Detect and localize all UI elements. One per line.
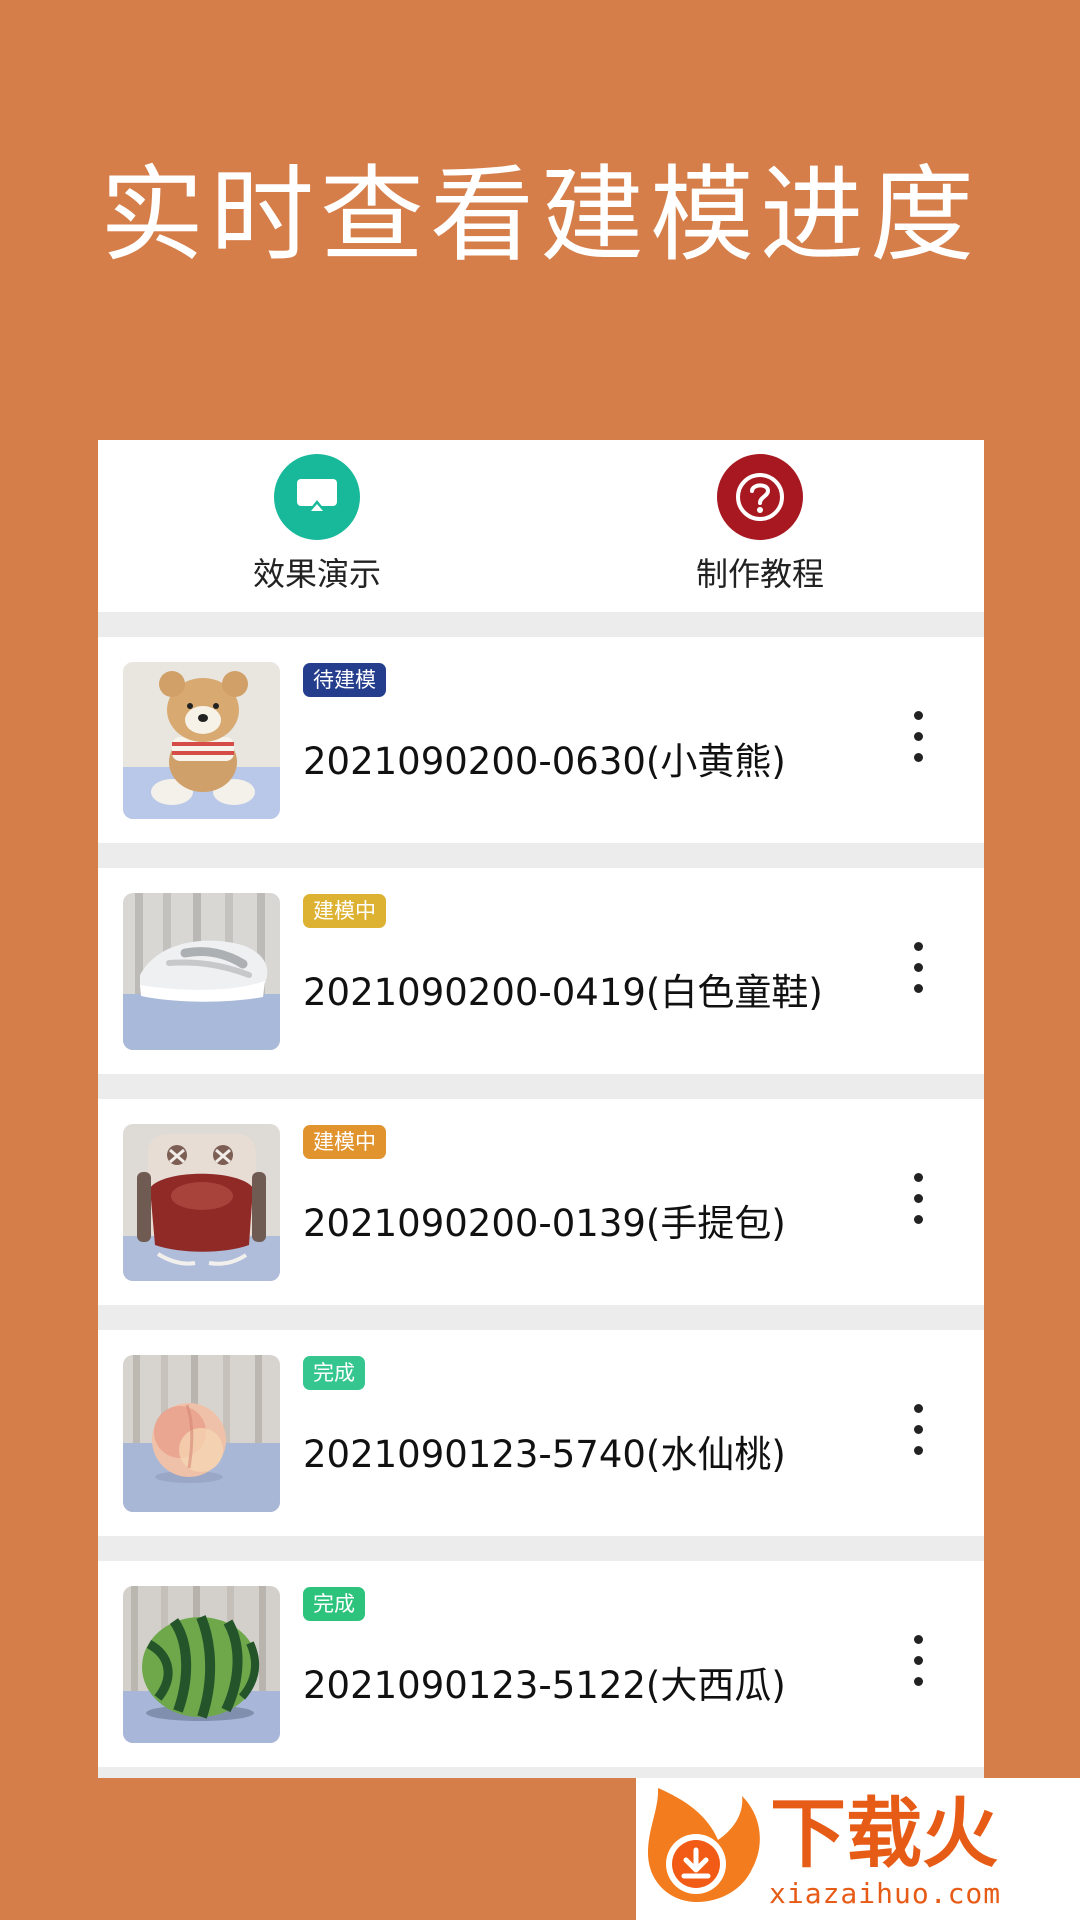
handbag-thumbnail [123, 1124, 280, 1281]
status-badge: 完成 [303, 1587, 365, 1621]
status-badge: 建模中 [303, 1125, 386, 1159]
more-vertical-icon[interactable] [904, 1635, 932, 1695]
model-panel: 效果演示 制作教程 待建模 2021090200-0630(小黄熊) 建模中 2… [98, 440, 984, 1778]
screen-share-icon [274, 454, 360, 540]
white-shoe-thumbnail [123, 893, 280, 1050]
status-badge: 完成 [303, 1356, 365, 1390]
model-name: 2021090200-0139(手提包) [303, 1202, 786, 1245]
status-badge: 建模中 [303, 894, 386, 928]
list-item[interactable]: 建模中 2021090200-0419(白色童鞋) [98, 868, 984, 1074]
help-circle-icon [717, 454, 803, 540]
svg-text:下载火: 下载火 [770, 1789, 998, 1878]
headline: 实时查看建模进度 [99, 154, 980, 276]
watermark-url: xiazaihuo.com [769, 1877, 1002, 1910]
model-name: 2021090200-0630(小黄熊) [303, 740, 786, 783]
status-badge: 待建模 [303, 663, 386, 697]
more-vertical-icon[interactable] [904, 942, 932, 1002]
model-name: 2021090123-5122(大西瓜) [303, 1664, 786, 1707]
teddy-bear-thumbnail [123, 662, 280, 819]
tutorial-button[interactable]: 制作教程 [650, 454, 870, 604]
peach-thumbnail [123, 1355, 280, 1512]
demo-label: 效果演示 [252, 555, 381, 593]
model-name: 2021090200-0419(白色童鞋) [303, 971, 823, 1014]
watermark-logo: 下载火 xiazaihuo.com [636, 1778, 1080, 1920]
list-item[interactable]: 完成 2021090123-5122(大西瓜) [98, 1561, 984, 1767]
tutorial-label: 制作教程 [695, 555, 824, 593]
more-vertical-icon[interactable] [904, 1173, 932, 1233]
more-vertical-icon[interactable] [904, 711, 932, 771]
demo-button[interactable]: 效果演示 [207, 454, 427, 604]
list-item[interactable]: 完成 2021090123-5740(水仙桃) [98, 1330, 984, 1536]
list-item[interactable]: 待建模 2021090200-0630(小黄熊) [98, 637, 984, 843]
list-item[interactable]: 建模中 2021090200-0139(手提包) [98, 1099, 984, 1305]
watermelon-thumbnail [123, 1586, 280, 1743]
quick-actions: 效果演示 制作教程 [98, 440, 984, 612]
more-vertical-icon[interactable] [904, 1404, 932, 1464]
model-name: 2021090123-5740(水仙桃) [303, 1433, 786, 1476]
